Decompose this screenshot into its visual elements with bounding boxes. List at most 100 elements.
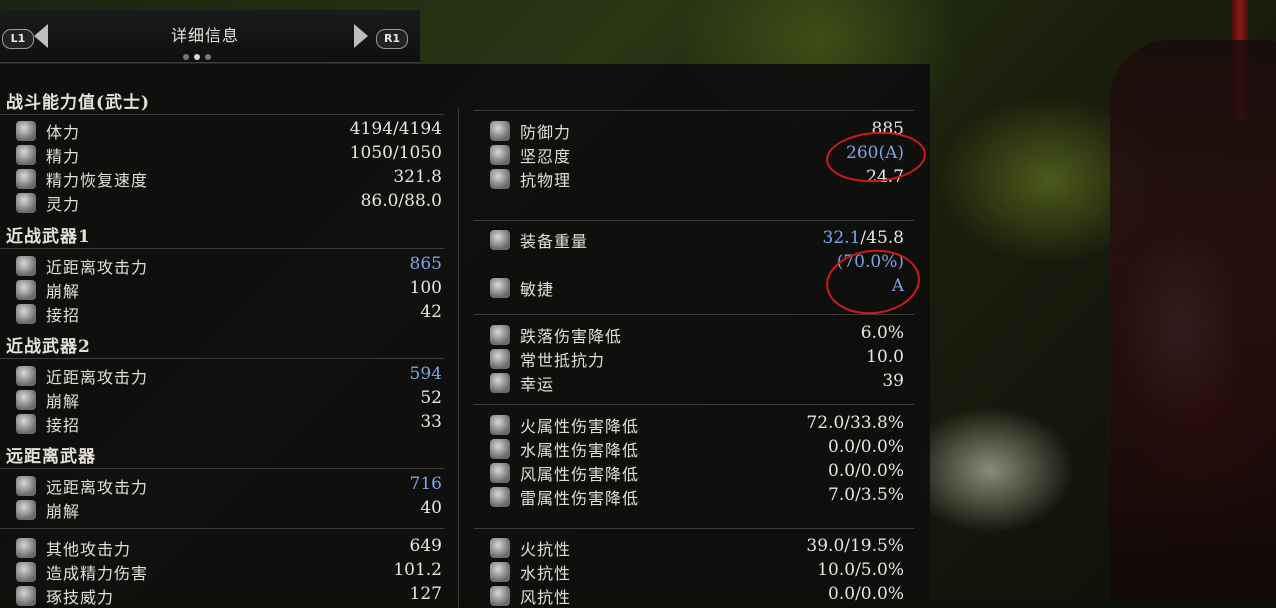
stat-row[interactable]: 火属性伤害降低 72.0/33.8% xyxy=(490,413,904,437)
stat-label: 风属性伤害降低 xyxy=(520,465,640,484)
stat-value: 33 xyxy=(420,412,442,432)
stat-value: 7.0/3.5% xyxy=(828,485,904,505)
stat-row[interactable]: 火抗性 39.0/19.5% xyxy=(490,536,904,560)
stat-row[interactable]: 远距离攻击力 716 xyxy=(16,474,442,498)
divider xyxy=(474,220,914,221)
stat-value: 0.0/0.0% xyxy=(828,584,904,604)
stat-label: 接招 xyxy=(46,416,81,435)
stat-value: 4194/4194 xyxy=(349,119,442,139)
soul-icon xyxy=(16,193,36,213)
stat-label: 崩解 xyxy=(46,392,81,411)
sword-icon xyxy=(16,256,36,276)
sword-icon xyxy=(16,366,36,386)
stat-label: 跌落伤害降低 xyxy=(520,327,623,346)
stat-row[interactable]: 近距离攻击力 865 xyxy=(16,254,442,278)
bow-icon xyxy=(16,476,36,496)
wind-icon xyxy=(490,463,510,483)
tab-header: L1 详细信息 R1 xyxy=(0,10,420,63)
skill-icon xyxy=(16,586,36,606)
stat-row[interactable]: 幸运 39 xyxy=(490,371,904,395)
stat-value: 649 xyxy=(409,536,442,556)
stat-row[interactable]: 体力 4194/4194 xyxy=(16,119,442,143)
stat-label: 幸运 xyxy=(520,375,555,394)
stat-row[interactable]: 其他攻击力 649 xyxy=(16,536,442,560)
stat-label: 近距离攻击力 xyxy=(46,258,149,277)
divider xyxy=(0,114,444,115)
physical-resist-icon xyxy=(490,169,510,189)
stat-row[interactable]: 接招 42 xyxy=(16,302,442,326)
stat-row[interactable]: 装备重量 32.1/45.8 xyxy=(490,228,904,252)
stat-value: 10.0/5.0% xyxy=(817,560,904,580)
chevron-right-icon[interactable] xyxy=(354,24,368,48)
stamina-regen-icon xyxy=(16,169,36,189)
stat-label: 风抗性 xyxy=(520,588,572,607)
page-dot xyxy=(183,54,189,60)
page-dot xyxy=(205,54,211,60)
stat-row[interactable]: 水属性伤害降低 0.0/0.0% xyxy=(490,437,904,461)
ki-damage-icon xyxy=(16,562,36,582)
stat-value: 0.0/0.0% xyxy=(828,437,904,457)
water-icon xyxy=(490,439,510,459)
stat-row[interactable]: 跌落伤害降低 6.0% xyxy=(490,323,904,347)
stat-label: 水抗性 xyxy=(520,564,572,583)
stat-label: 其他攻击力 xyxy=(46,540,132,559)
stat-row[interactable]: 崩解 40 xyxy=(16,498,442,522)
divider xyxy=(0,248,444,249)
divider xyxy=(474,528,914,529)
stat-row[interactable]: 精力恢复速度 321.8 xyxy=(16,167,442,191)
stat-row[interactable]: 近距离攻击力 594 xyxy=(16,364,442,388)
stat-row[interactable]: 精力 1050/1050 xyxy=(16,143,442,167)
toughness-icon xyxy=(490,145,510,165)
stat-value: 32.1/45.8 xyxy=(823,228,904,248)
stat-row[interactable]: 灵力 86.0/88.0 xyxy=(16,191,442,215)
stat-row[interactable]: 崩解 100 xyxy=(16,278,442,302)
detail-stats-panel: 战斗能力值(武士) 体力 4194/4194 精力 1050/1050 精力恢复速度 321… xyxy=(0,64,930,608)
stat-value: 0.0/0.0% xyxy=(828,461,904,481)
stat-label: 常世抵抗力 xyxy=(520,351,606,370)
l1-button[interactable]: L1 xyxy=(2,29,34,49)
stat-label: 接招 xyxy=(46,306,81,325)
stat-label: 精力 xyxy=(46,147,81,166)
stat-value: 321.8 xyxy=(393,167,442,187)
stat-row[interactable]: 水抗性 10.0/5.0% xyxy=(490,560,904,584)
stat-value: 72.0/33.8% xyxy=(806,413,904,433)
section-title: 远距离武器 xyxy=(6,447,96,467)
stat-value: 6.0% xyxy=(860,323,904,343)
wind-resist-icon xyxy=(490,586,510,606)
stat-label: 火抗性 xyxy=(520,540,572,559)
stat-value: 594 xyxy=(409,364,442,384)
stat-label: 造成精力伤害 xyxy=(46,564,149,583)
stat-label: 敏捷 xyxy=(520,280,555,299)
resist-icon xyxy=(490,349,510,369)
stat-row[interactable]: 接招 33 xyxy=(16,412,442,436)
stat-value: 86.0/88.0 xyxy=(360,191,442,211)
agility-icon xyxy=(490,278,510,298)
stat-row[interactable]: 造成精力伤害 101.2 xyxy=(16,560,442,584)
thunder-icon xyxy=(490,487,510,507)
r1-button[interactable]: R1 xyxy=(376,29,408,49)
fire-resist-icon xyxy=(490,538,510,558)
stat-row[interactable]: 常世抵抗力 10.0 xyxy=(490,347,904,371)
stat-value: 716 xyxy=(409,474,442,494)
page-title: 详细信息 xyxy=(170,26,239,45)
stat-label: 装备重量 xyxy=(520,232,589,251)
stat-label: 近距离攻击力 xyxy=(46,368,149,387)
chevron-left-icon[interactable] xyxy=(34,24,48,48)
divider xyxy=(0,358,444,359)
stat-value: 40 xyxy=(420,498,442,518)
stat-value: 52 xyxy=(420,388,442,408)
stat-label: 火属性伤害降低 xyxy=(520,417,640,436)
break-icon xyxy=(16,500,36,520)
page-indicator xyxy=(183,54,211,60)
stat-row[interactable]: 崩解 52 xyxy=(16,388,442,412)
counter-icon xyxy=(16,304,36,324)
stat-label: 远距离攻击力 xyxy=(46,478,149,497)
stat-value: 10.0 xyxy=(866,347,904,367)
stat-row[interactable]: 雷属性伤害降低 7.0/3.5% xyxy=(490,485,904,509)
stat-row[interactable]: 风属性伤害降低 0.0/0.0% xyxy=(490,461,904,485)
stat-row[interactable]: 风抗性 0.0/0.0% xyxy=(490,584,904,608)
stat-row[interactable]: 琢技威力 127 xyxy=(16,584,442,608)
stat-label: 体力 xyxy=(46,123,81,142)
divider xyxy=(0,468,444,469)
weight-icon xyxy=(490,230,510,250)
